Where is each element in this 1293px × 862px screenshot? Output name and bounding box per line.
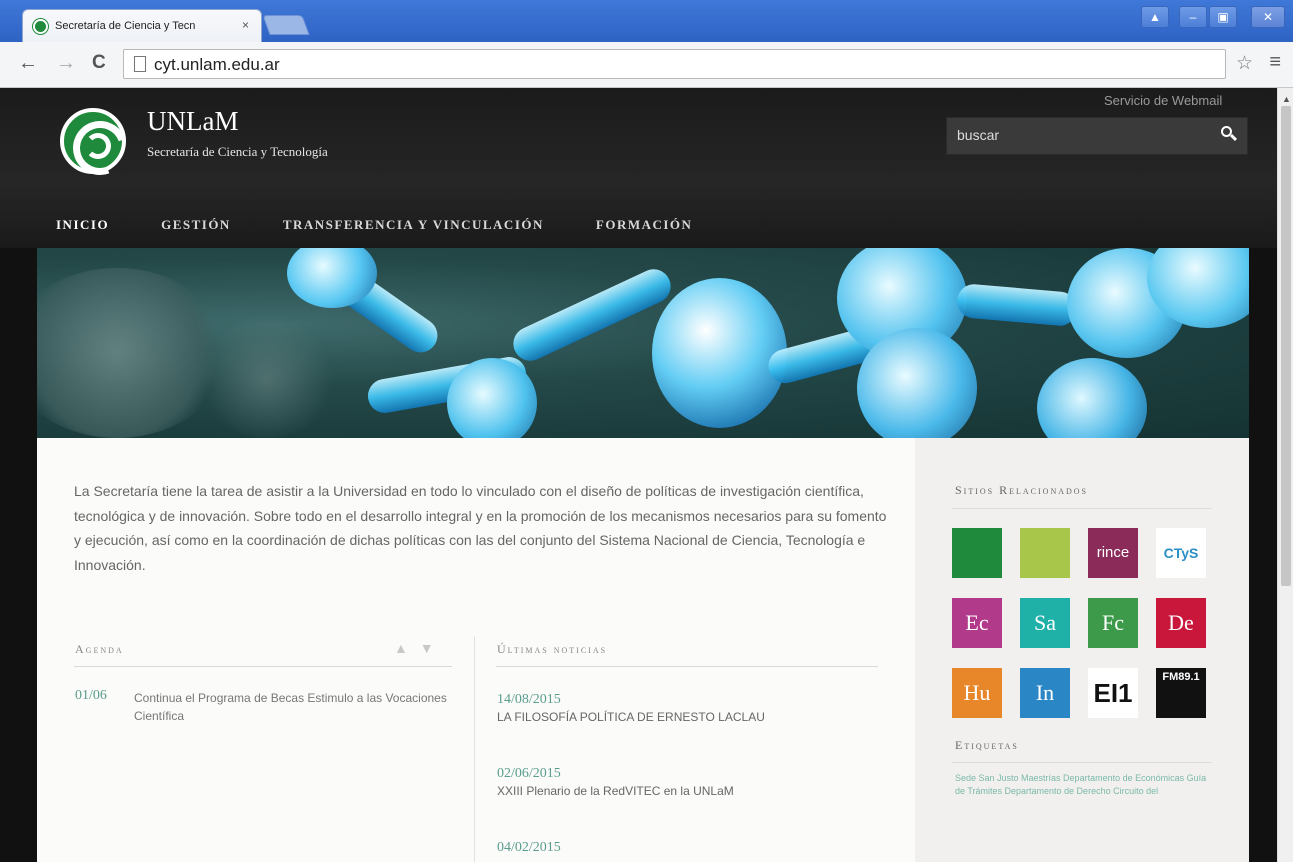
agenda-divider [74, 666, 452, 667]
url-text[interactable]: cyt.unlam.edu.ar [154, 55, 280, 75]
browser-menu-icon[interactable]: ≡ [1269, 51, 1281, 74]
salud-site-tile[interactable]: Sa [1020, 598, 1070, 648]
tags-heading: Etiquetas [955, 738, 1019, 752]
bookmark-star-icon[interactable]: ☆ [1236, 52, 1253, 75]
browser-titlebar: Secretaría de Ciencia y Tecn × ▲ – ▣ ✕ [0, 0, 1293, 42]
news-heading: Últimas noticias [497, 642, 608, 656]
fm-radio-tile[interactable]: FM89.1 [1156, 668, 1206, 718]
news-item-headline[interactable]: LA FILOSOFÍA POLÍTICA DE ERNESTO LACLAU [497, 710, 877, 724]
news-item[interactable]: 14/08/2015 LA FILOSOFÍA POLÍTICA DE ERNE… [497, 692, 877, 724]
window-profile-button[interactable]: ▲ [1141, 6, 1169, 28]
agenda-heading: Agenda [75, 642, 124, 656]
unlam-site-tile[interactable] [952, 528, 1002, 578]
sidebar: Sitios Relacionados rince CTyS Ec Sa Fc … [915, 438, 1249, 862]
derecho-site-tile[interactable]: De [1156, 598, 1206, 648]
browser-toolbar: ← → C cyt.unlam.edu.ar ☆ ≡ [0, 42, 1293, 88]
nav-item-gestion[interactable]: GESTIÓN [161, 208, 231, 242]
scroll-up-arrow-icon[interactable]: ▲ [1282, 94, 1291, 104]
ingenieria-site-tile[interactable]: In [1020, 668, 1070, 718]
economicas-site-tile[interactable]: Ec [952, 598, 1002, 648]
search-input[interactable] [957, 127, 1197, 143]
news-item-date: 04/02/2015 [497, 840, 561, 855]
search-box [946, 117, 1248, 155]
intro-paragraph: La Secretaría tiene la tarea de asistir … [74, 483, 887, 573]
humanidades-site-tile[interactable]: Hu [952, 668, 1002, 718]
page-icon [134, 56, 146, 72]
site-favicon-icon [33, 19, 48, 34]
tags-divider [952, 762, 1212, 763]
window-minimize-button[interactable]: – [1179, 6, 1207, 28]
formacion-continua-site-tile[interactable]: Fc [1088, 598, 1138, 648]
tab-title: Secretaría de Ciencia y Tecn [55, 20, 196, 32]
agenda-item-link[interactable]: Continua el Programa de Becas Estimulo a… [134, 689, 454, 725]
news-item-date: 14/08/2015 [497, 692, 561, 707]
search-icon[interactable] [1221, 126, 1238, 142]
site-subtitle: Secretaría de Ciencia y Tecnología [147, 144, 328, 159]
nav-item-formacion[interactable]: FORMACIÓN [596, 208, 693, 242]
tab-close-icon[interactable]: × [242, 18, 249, 32]
main-content: La Secretaría tiene la tarea de asistir … [37, 438, 915, 862]
page-scrollbar[interactable]: ▲ [1277, 88, 1293, 862]
page-viewport: UNLaM Secretaría de Ciencia y Tecnología… [0, 88, 1293, 862]
reload-icon[interactable]: C [92, 52, 106, 74]
main-nav: INICIO GESTIÓN TRANSFERENCIA Y VINCULACI… [56, 208, 744, 242]
related-sites-heading: Sitios Relacionados [955, 483, 1089, 497]
unlam-logo-icon[interactable] [60, 108, 126, 174]
forward-arrow-icon[interactable]: → [56, 52, 76, 75]
el1-periodico-tile[interactable]: EI1 [1088, 668, 1138, 718]
column-divider [474, 636, 475, 862]
agenda-item-date: 01/06 [75, 688, 107, 703]
news-divider [496, 666, 878, 667]
related-sites-divider [952, 508, 1212, 509]
news-item-headline[interactable]: XXIII Plenario de la RedVITEC en la UNLa… [497, 784, 877, 798]
news-item[interactable]: 04/02/2015 [497, 840, 877, 858]
rince-site-tile[interactable]: rince [1088, 528, 1138, 578]
nav-item-transferencia[interactable]: TRANSFERENCIA Y VINCULACIÓN [283, 208, 544, 242]
nav-item-inicio[interactable]: INICIO [56, 208, 109, 242]
new-tab-button[interactable] [262, 15, 310, 35]
window-maximize-button[interactable]: ▣ [1209, 6, 1237, 28]
webmail-link[interactable]: Servicio de Webmail [1104, 93, 1222, 108]
address-bar[interactable]: cyt.unlam.edu.ar [123, 49, 1226, 79]
scroll-thumb[interactable] [1281, 106, 1291, 586]
window-close-button[interactable]: ✕ [1251, 6, 1285, 28]
site-header: UNLaM Secretaría de Ciencia y Tecnología… [0, 88, 1277, 248]
tag-cloud[interactable]: Sede San Justo Maestrías Departamento de… [955, 772, 1215, 798]
site-name[interactable]: UNLaM [147, 106, 238, 137]
ctys-site-tile[interactable]: CTyS [1156, 528, 1206, 578]
news-item-date: 02/06/2015 [497, 766, 561, 781]
agenda-nav-arrows-icon[interactable]: ▲ ▼ [394, 640, 438, 656]
back-arrow-icon[interactable]: ← [18, 52, 38, 75]
hero-banner [37, 248, 1249, 438]
browser-tab[interactable]: Secretaría de Ciencia y Tecn × [22, 9, 262, 42]
observatorio-site-tile[interactable] [1020, 528, 1070, 578]
news-item[interactable]: 02/06/2015 XXIII Plenario de la RedVITEC… [497, 766, 877, 798]
